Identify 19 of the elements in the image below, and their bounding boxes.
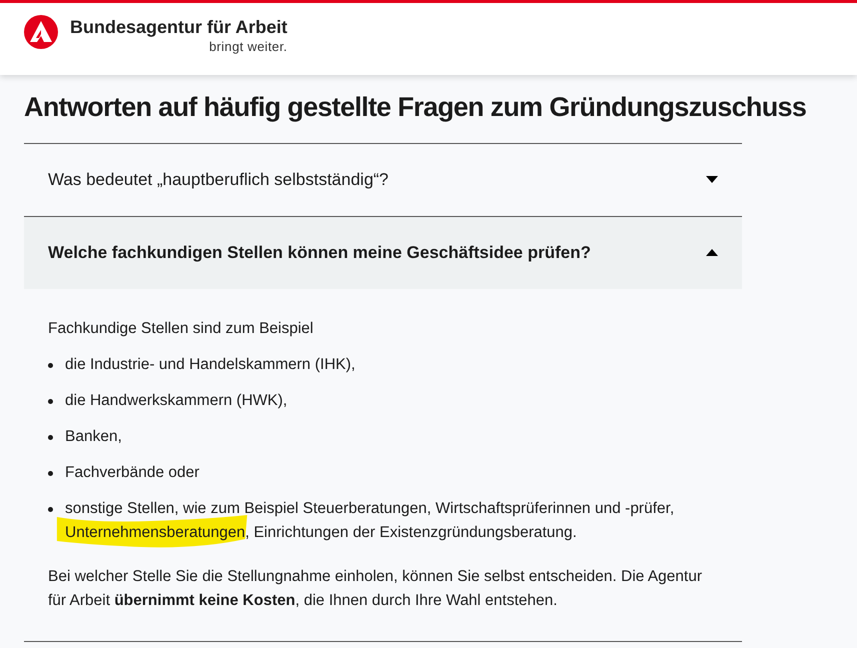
bullet-icon: [48, 398, 53, 404]
brand-name: Bundesagentur für Arbeit: [70, 16, 288, 39]
bullet-icon: [48, 470, 53, 476]
bullet-icon: [48, 506, 53, 512]
answer-intro: Fachkundige Stellen sind zum Beispiel: [48, 318, 314, 338]
list-item-text: die Handwerkskammern (HWK),: [65, 390, 288, 410]
faq-question[interactable]: Welche fachkundigen Stellen können meine Geschäftsidee prüfen?: [24, 216, 742, 288]
list-item-text: Fachverbände oder: [65, 462, 200, 482]
list-item-text: Banken,: [65, 426, 122, 446]
list-item-text: die Industrie- und Handelskammern (IHK),: [65, 354, 356, 374]
caret-up-icon: [706, 249, 718, 256]
caret-down-icon: [706, 176, 718, 183]
bullet-icon: [48, 434, 53, 440]
bullet-icon: [48, 362, 53, 368]
logo-icon: [24, 15, 58, 49]
brand-tagline: bringt weiter.: [209, 39, 288, 55]
page-title: Antworten auf häufig gestellte Fragen zum Gründungszuschuss: [24, 91, 808, 124]
faq-question[interactable]: Was bedeutet „hauptberuflich selbstständig“?: [24, 144, 742, 216]
answer-closing: Bei welcher Stelle Sie die Stellungnahme einholen, können Sie selbst entscheiden. Die Agentur für Arbeit übernimmt keine Kosten, die Ihnen durch Ihre Wahl entstehen.: [48, 566, 704, 610]
